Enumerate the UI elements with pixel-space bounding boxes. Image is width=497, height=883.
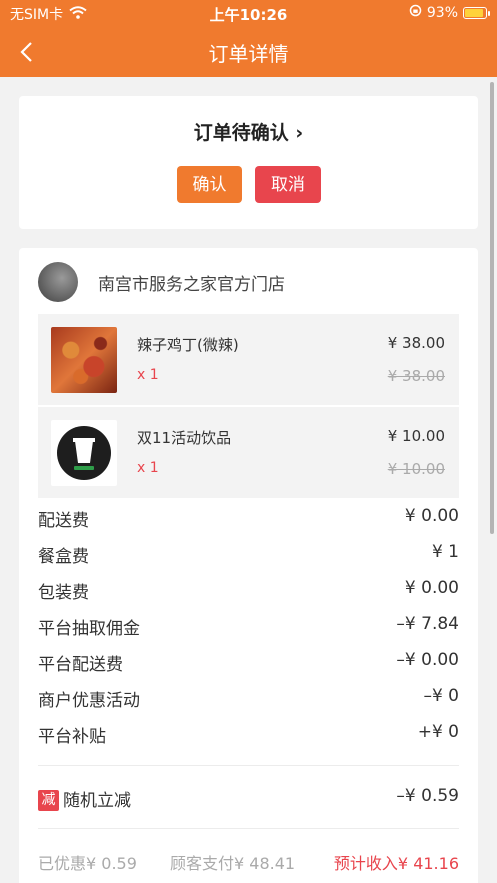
orientation-lock-icon [409,4,422,21]
item-original-price: ¥ 38.00 [387,367,445,385]
order-status-text: 订单待确认 [193,122,289,144]
fee-row-subsidy: 平台补贴 +¥ 0 [38,722,459,747]
item-name: 辣子鸡丁(微辣) [137,336,239,354]
fee-value: +¥ 0 [417,722,459,742]
shop-avatar [38,262,78,302]
customer-paid: 顾客支付¥ 48.41 [170,854,296,873]
fee-row-commission: 平台抽取佣金 –¥ 7.84 [38,614,459,639]
discount-row: 减随机立减 –¥ 0.59 [38,786,459,811]
status-bar: 无SIM卡 上午10:26 93% [0,0,497,26]
divider [38,765,459,766]
shop-header: 南宫市服务之家官方门店 [38,262,285,302]
fee-label: 包装费 [38,583,89,603]
order-status-link[interactable]: 订单待确认 › [19,118,478,145]
fee-row-packing: 包装费 ¥ 0.00 [38,578,459,603]
fee-label: 平台补贴 [38,727,106,747]
chevron-right-icon: › [295,122,304,144]
item-name: 双11活动饮品 [137,429,232,447]
fee-label: 餐盒费 [38,547,89,567]
divider [38,828,459,829]
battery-percent: 93% [426,4,458,21]
top-bar: 无SIM卡 上午10:26 93% 订单详情 [0,0,497,77]
fee-row-box: 餐盒费 ¥ 1 [38,542,459,567]
item-price: ¥ 38.00 [387,334,445,352]
fee-value: ¥ 0.00 [404,506,459,526]
expected-income: 预计收入¥ 41.16 [333,854,459,873]
order-item: 辣子鸡丁(微辣) x 1 ¥ 38.00 ¥ 38.00 [38,314,459,405]
fee-label: 配送费 [38,511,89,531]
fee-value: –¥ 0.00 [396,650,459,670]
item-original-price: ¥ 10.00 [387,460,445,478]
drink-logo [51,420,117,486]
order-status-card: 订单待确认 › 确认 取消 [19,96,478,229]
order-detail-card: 南宫市服务之家官方门店 辣子鸡丁(微辣) x 1 ¥ 38.00 ¥ 38.00… [19,248,478,883]
fee-row-delivery: 配送费 ¥ 0.00 [38,506,459,531]
item-qty: x 1 [137,460,159,476]
cancel-button[interactable]: 取消 [255,166,321,203]
battery-icon [463,6,490,19]
cup-icon [57,426,111,480]
fee-row-platform-delivery: 平台配送费 –¥ 0.00 [38,650,459,675]
nav-bar: 订单详情 [0,30,497,74]
fee-label: 平台抽取佣金 [38,619,140,639]
page-title: 订单详情 [208,42,289,66]
discounted-total: 已优惠¥ 0.59 [38,854,137,873]
item-qty: x 1 [137,367,159,383]
fee-row-merchant-promo: 商户优惠活动 –¥ 0 [38,686,459,711]
fee-value: –¥ 0 [423,686,459,706]
fee-label: 商户优惠活动 [38,691,140,711]
fee-value: ¥ 1 [431,542,459,562]
scrollbar[interactable] [490,82,494,534]
item-price: ¥ 10.00 [387,427,445,445]
order-item: 双11活动饮品 x 1 ¥ 10.00 ¥ 10.00 [38,407,459,498]
discount-value: –¥ 0.59 [396,786,459,806]
fee-label: 平台配送费 [38,655,123,675]
discount-badge-icon: 减 [38,790,59,811]
fee-value: ¥ 0.00 [404,578,459,598]
discount-label: 随机立减 [63,791,131,811]
confirm-button[interactable]: 确认 [177,166,242,203]
shop-name: 南宫市服务之家官方门店 [98,274,285,295]
fee-value: –¥ 7.84 [396,614,459,634]
spicy-chicken-photo [51,327,117,393]
